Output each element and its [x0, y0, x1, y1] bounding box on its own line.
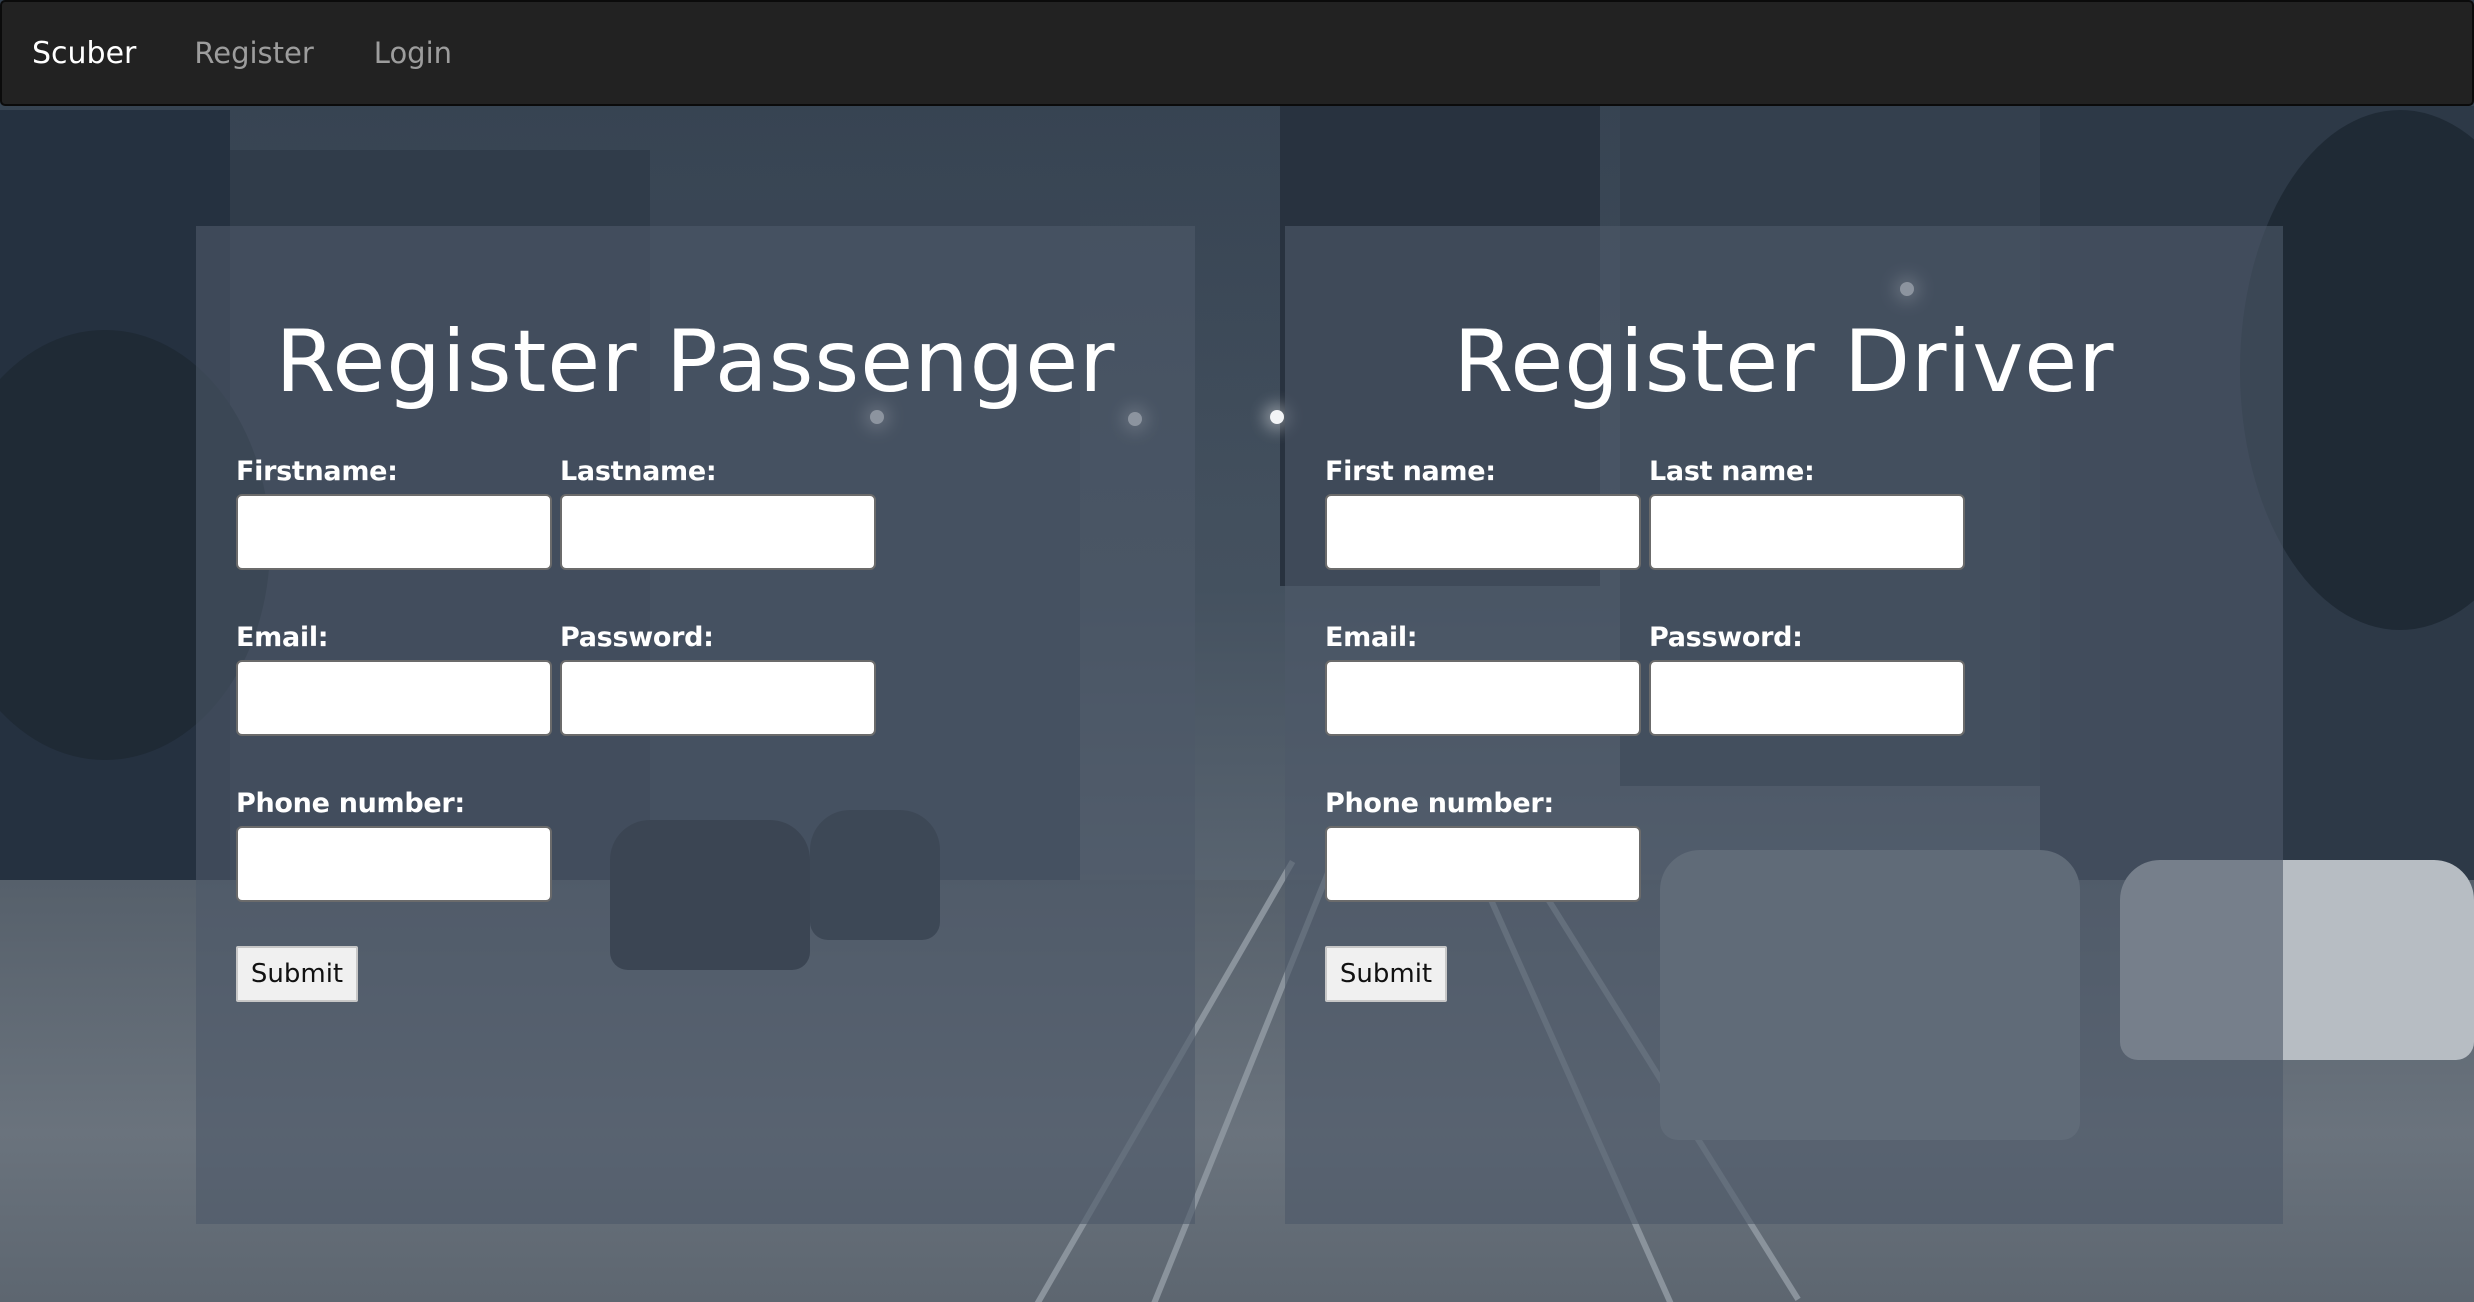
passenger-email-input[interactable]: [236, 660, 552, 736]
passenger-firstname-field: Firstname:: [236, 450, 552, 570]
driver-password-field: Password:: [1649, 616, 1965, 736]
nav-register-link[interactable]: Register: [194, 36, 313, 70]
passenger-email-label: Email:: [236, 622, 329, 653]
passenger-password-input[interactable]: [560, 660, 876, 736]
nav-login-link[interactable]: Login: [374, 36, 452, 70]
driver-phone-input[interactable]: [1325, 826, 1641, 902]
passenger-submit-button[interactable]: Submit: [236, 946, 358, 1002]
register-driver-title: Register Driver: [1453, 312, 2115, 412]
passenger-phone-label: Phone number:: [236, 788, 465, 819]
driver-firstname-input[interactable]: [1325, 494, 1641, 570]
driver-email-field: Email:: [1325, 616, 1641, 736]
passenger-lastname-label: Lastname:: [560, 456, 717, 487]
driver-lastname-label: Last name:: [1649, 456, 1815, 487]
passenger-phone-input[interactable]: [236, 826, 552, 902]
register-passenger-title: Register Passenger: [275, 312, 1116, 412]
driver-email-input[interactable]: [1325, 660, 1641, 736]
driver-submit-button[interactable]: Submit: [1325, 946, 1447, 1002]
brand-link[interactable]: Scuber: [32, 36, 136, 71]
driver-email-label: Email:: [1325, 622, 1418, 653]
passenger-firstname-input[interactable]: [236, 494, 552, 570]
passenger-password-label: Password:: [560, 622, 714, 653]
driver-lastname-input[interactable]: [1649, 494, 1965, 570]
driver-password-label: Password:: [1649, 622, 1803, 653]
driver-firstname-field: First name:: [1325, 450, 1641, 570]
passenger-firstname-label: Firstname:: [236, 456, 398, 487]
passenger-email-field: Email:: [236, 616, 552, 736]
driver-lastname-field: Last name:: [1649, 450, 1965, 570]
register-driver-panel: Register Driver First name: Last name: E…: [1285, 226, 2283, 1224]
register-passenger-panel: Register Passenger Firstname: Lastname: …: [196, 226, 1195, 1224]
passenger-password-field: Password:: [560, 616, 876, 736]
top-navbar: Scuber Register Login: [0, 0, 2474, 106]
driver-phone-label: Phone number:: [1325, 788, 1554, 819]
street-light: [1270, 410, 1284, 424]
passenger-lastname-input[interactable]: [560, 494, 876, 570]
driver-password-input[interactable]: [1649, 660, 1965, 736]
passenger-lastname-field: Lastname:: [560, 450, 876, 570]
driver-phone-field: Phone number:: [1325, 782, 1641, 902]
driver-firstname-label: First name:: [1325, 456, 1496, 487]
passenger-phone-field: Phone number:: [236, 782, 552, 902]
